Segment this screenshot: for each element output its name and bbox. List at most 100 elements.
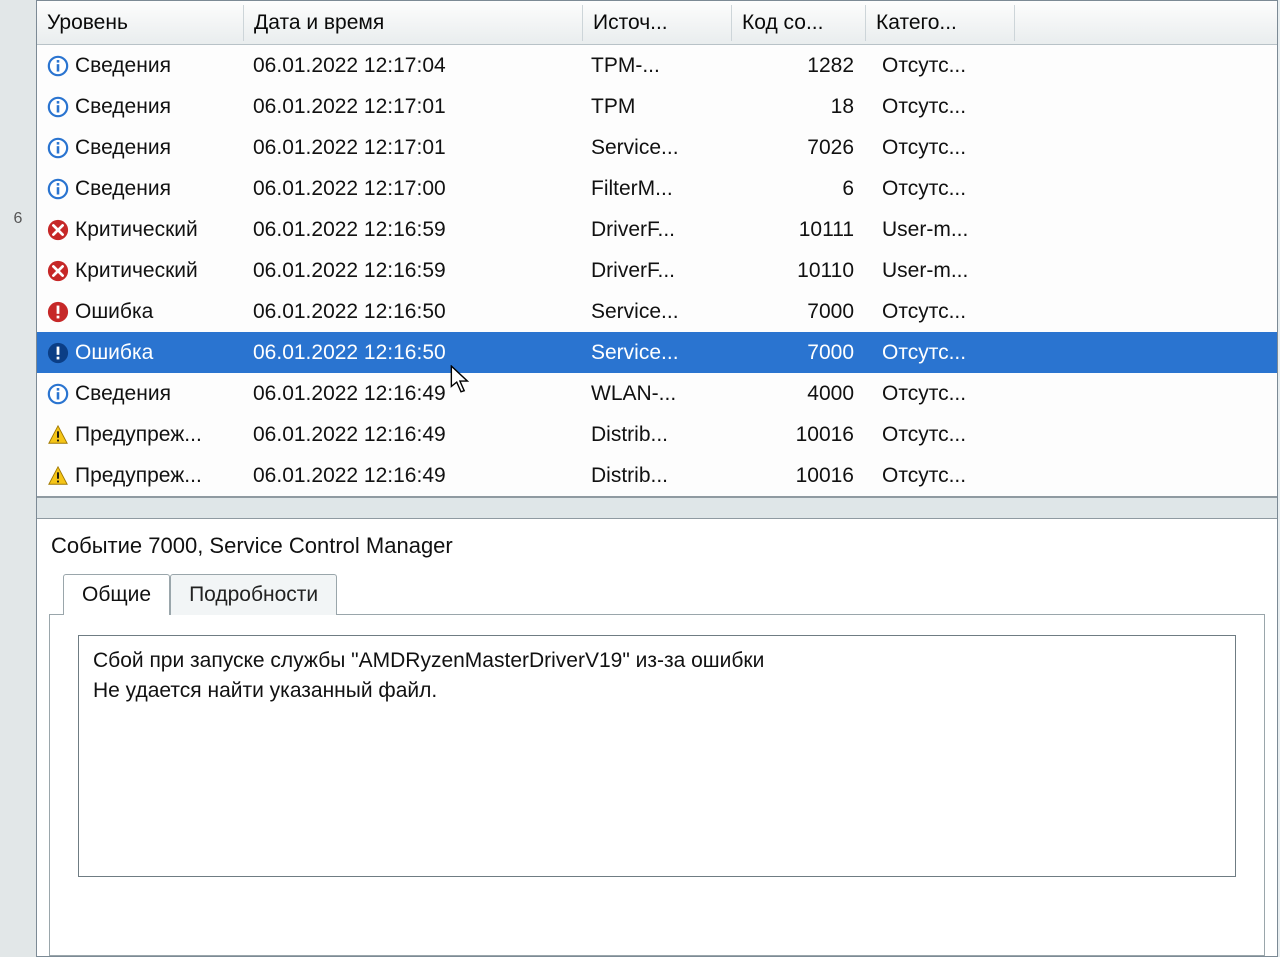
level-text: Сведения (75, 95, 171, 119)
tab-details[interactable]: Подробности (170, 574, 337, 615)
col-header-category[interactable]: Катего... (866, 5, 1015, 41)
critical-icon (47, 219, 69, 241)
cell-source: Distrib... (581, 421, 729, 449)
cell-event-id: 4000 (729, 380, 872, 408)
level-text: Сведения (75, 177, 171, 201)
table-row[interactable]: Предупреж...06.01.2022 12:16:49Distrib..… (37, 455, 1277, 496)
table-row[interactable]: Сведения06.01.2022 12:17:00FilterM...6От… (37, 168, 1277, 209)
warn-icon (47, 424, 69, 446)
cell-source: DriverF... (581, 216, 729, 244)
info-icon (47, 96, 69, 118)
level-text: Ошибка (75, 341, 153, 365)
cell-event-id: 10016 (729, 421, 872, 449)
cell-category: Отсутс... (872, 298, 1020, 326)
cell-event-id: 7000 (729, 298, 872, 326)
info-icon (47, 178, 69, 200)
cell-category: Отсутс... (872, 134, 1020, 162)
cell-date: 06.01.2022 12:16:50 (243, 298, 581, 326)
cell-source: TPM (581, 93, 729, 121)
level-text: Предупреж... (75, 423, 202, 447)
warn-icon (47, 465, 69, 487)
table-row[interactable]: Критический 06.01.2022 12:16:59DriverF...… (37, 209, 1277, 250)
cell-level: Сведения (37, 93, 243, 121)
cell-date: 06.01.2022 12:17:04 (243, 52, 581, 80)
cell-event-id: 7000 (729, 339, 872, 367)
table-row[interactable]: Сведения 06.01.2022 12:16:49WLAN-...4000О… (37, 373, 1277, 414)
table-row[interactable]: Сведения 06.01.2022 12:17:01TPM18Отсутс..… (37, 86, 1277, 127)
cell-event-id: 18 (729, 93, 872, 121)
level-text: Сведения (75, 382, 171, 406)
event-message-line1: Сбой при запуске службы "AMDRyzenMasterD… (93, 646, 1221, 676)
tab-general-body: Сбой при запуске службы "AMDRyzenMasterD… (49, 614, 1265, 956)
cell-date: 06.01.2022 12:17:01 (243, 134, 581, 162)
cell-category: User-m... (872, 257, 1020, 285)
table-row[interactable]: Ошибка 06.01.2022 12:16:50Service...7000О… (37, 332, 1277, 373)
event-message-box: Сбой при запуске службы "AMDRyzenMasterD… (78, 635, 1236, 877)
level-text: Критический (75, 259, 198, 283)
cell-source: Service... (581, 134, 729, 162)
left-rail-char: 6 (0, 210, 36, 228)
cell-level: Сведения (37, 380, 243, 408)
cell-source: Distrib... (581, 462, 729, 490)
cell-source: WLAN-... (581, 380, 729, 408)
info-icon (47, 137, 69, 159)
detail-tabs: Общие Подробности (49, 573, 1265, 614)
col-header-event-id[interactable]: Код со... (732, 5, 866, 41)
cell-date: 06.01.2022 12:17:01 (243, 93, 581, 121)
table-row[interactable]: Предупреж...06.01.2022 12:16:49Distrib..… (37, 414, 1277, 455)
cell-date: 06.01.2022 12:16:50 (243, 339, 581, 367)
cell-event-id: 10016 (729, 462, 872, 490)
col-header-level[interactable]: Уровень (37, 5, 244, 41)
level-text: Сведения (75, 54, 171, 78)
critical-icon (47, 260, 69, 282)
cell-event-id: 7026 (729, 134, 872, 162)
cell-category: User-m... (872, 216, 1020, 244)
table-row[interactable]: Критический 06.01.2022 12:16:59DriverF...… (37, 250, 1277, 291)
cell-date: 06.01.2022 12:17:00 (243, 175, 581, 203)
cell-source: TPM-... (581, 52, 729, 80)
cell-level: Предупреж... (37, 421, 243, 449)
info-icon (47, 383, 69, 405)
tab-general[interactable]: Общие (63, 574, 170, 615)
error-icon (47, 342, 69, 364)
cell-level: Сведения (37, 52, 243, 80)
col-header-date[interactable]: Дата и время (244, 5, 583, 41)
cell-date: 06.01.2022 12:16:59 (243, 216, 581, 244)
cell-source: FilterM... (581, 175, 729, 203)
table-row[interactable]: Сведения06.01.2022 12:17:04TPM-...1282От… (37, 45, 1277, 86)
level-text: Сведения (75, 136, 171, 160)
event-viewer-window: Уровень Дата и время Источ... Код со... … (36, 0, 1278, 957)
event-rows: Сведения06.01.2022 12:17:04TPM-...1282От… (37, 45, 1277, 496)
cell-level: Предупреж... (37, 462, 243, 490)
cell-event-id: 10110 (729, 257, 872, 285)
pane-splitter[interactable] (37, 496, 1277, 519)
cell-event-id: 1282 (729, 52, 872, 80)
cell-source: Service... (581, 298, 729, 326)
cell-level: Ошибка (37, 298, 243, 326)
table-row[interactable]: Сведения 06.01.2022 12:17:01Service...702… (37, 127, 1277, 168)
error-icon (47, 301, 69, 323)
cell-level: Сведения (37, 175, 243, 203)
cell-category: Отсутс... (872, 421, 1020, 449)
grid-header: Уровень Дата и время Источ... Код со... … (37, 1, 1277, 45)
cell-level: Сведения (37, 134, 243, 162)
cell-source: Service... (581, 339, 729, 367)
cell-date: 06.01.2022 12:16:59 (243, 257, 581, 285)
cell-event-id: 6 (729, 175, 872, 203)
info-icon (47, 55, 69, 77)
level-text: Критический (75, 218, 198, 242)
event-message-line2: Не удается найти указанный файл. (93, 676, 1221, 706)
cell-level: Критический (37, 257, 243, 285)
cell-source: DriverF... (581, 257, 729, 285)
level-text: Ошибка (75, 300, 153, 324)
left-rail: 6 (0, 0, 37, 957)
cell-category: Отсутс... (872, 339, 1020, 367)
table-row[interactable]: Ошибка 06.01.2022 12:16:50Service...7000О… (37, 291, 1277, 332)
cell-level: Критический (37, 216, 243, 244)
cell-date: 06.01.2022 12:16:49 (243, 380, 581, 408)
cell-category: Отсутс... (872, 93, 1020, 121)
cell-category: Отсутс... (872, 380, 1020, 408)
details-pane: Событие 7000, Service Control Manager Об… (37, 519, 1277, 956)
col-header-source[interactable]: Источ... (583, 5, 732, 41)
cell-category: Отсутс... (872, 462, 1020, 490)
